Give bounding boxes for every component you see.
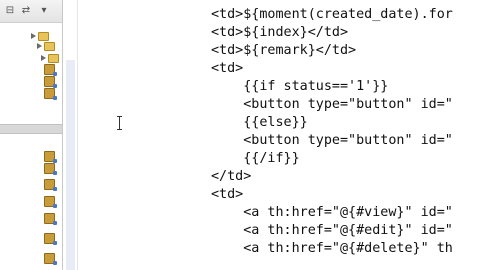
code-line[interactable]: <td> bbox=[211, 186, 243, 204]
editor-ruler bbox=[63, 0, 78, 270]
code-line[interactable]: </td> bbox=[211, 168, 251, 186]
expand-icon[interactable] bbox=[40, 55, 46, 61]
tree-item[interactable] bbox=[44, 150, 57, 163]
code-line[interactable]: <td>${remark}</td> bbox=[211, 42, 356, 60]
package-icon bbox=[44, 162, 57, 175]
code-line[interactable]: <button type="button" id=" bbox=[211, 132, 453, 150]
expand-icon[interactable] bbox=[30, 33, 36, 39]
package-icon bbox=[44, 63, 57, 76]
tree-item[interactable] bbox=[44, 212, 57, 225]
explorer-toolbar: ⊟ ⇄ ▾ bbox=[0, 0, 62, 23]
folder-icon bbox=[48, 53, 59, 63]
tree-item[interactable] bbox=[36, 40, 57, 52]
code-line[interactable]: <a th:href="@{#view}" id=" bbox=[211, 204, 453, 222]
tree-item[interactable] bbox=[44, 75, 57, 88]
package-icon bbox=[44, 75, 57, 88]
fold-region bbox=[66, 60, 75, 270]
tree-item[interactable] bbox=[44, 87, 57, 100]
package-icon bbox=[44, 150, 57, 163]
package-icon bbox=[44, 178, 57, 191]
expand-icon[interactable] bbox=[36, 43, 42, 49]
code-line[interactable]: <td> bbox=[211, 60, 243, 78]
tree-item[interactable] bbox=[44, 232, 57, 245]
code-line[interactable]: <td>${moment(created_date).for bbox=[211, 6, 453, 24]
tree-item[interactable] bbox=[44, 195, 57, 208]
package-icon bbox=[44, 212, 57, 225]
code-line[interactable]: {{if status=='1'}} bbox=[211, 78, 388, 96]
code-line[interactable]: <a th:href="@{#delete}" th bbox=[211, 240, 453, 258]
tree-item[interactable] bbox=[44, 178, 57, 191]
link-editor-icon[interactable]: ⇄ bbox=[20, 4, 32, 16]
view-menu-icon[interactable]: ▾ bbox=[38, 4, 50, 16]
package-explorer: ⊟ ⇄ ▾ bbox=[0, 0, 63, 270]
code-line[interactable]: <button type="button" id=" bbox=[211, 96, 453, 114]
code-line[interactable]: {{/if}} bbox=[211, 150, 299, 168]
tree-item[interactable] bbox=[44, 63, 57, 76]
view-divider[interactable] bbox=[0, 124, 62, 134]
code-editor[interactable]: <td>${moment(created_date).for <td>${ind… bbox=[63, 0, 480, 270]
code-line[interactable]: {{else}} bbox=[211, 114, 308, 132]
package-icon bbox=[44, 252, 57, 265]
text-cursor-icon bbox=[117, 116, 122, 130]
tree-item[interactable] bbox=[44, 252, 57, 265]
folder-icon bbox=[44, 41, 55, 51]
tree-item[interactable] bbox=[44, 162, 57, 175]
package-icon bbox=[44, 232, 57, 245]
code-line[interactable]: <a th:href="@{#edit}" id=" bbox=[211, 222, 453, 240]
package-icon bbox=[44, 87, 57, 100]
code-line[interactable]: <td>${index}</td> bbox=[211, 24, 348, 42]
package-icon bbox=[44, 195, 57, 208]
collapse-all-icon[interactable]: ⊟ bbox=[4, 4, 16, 16]
